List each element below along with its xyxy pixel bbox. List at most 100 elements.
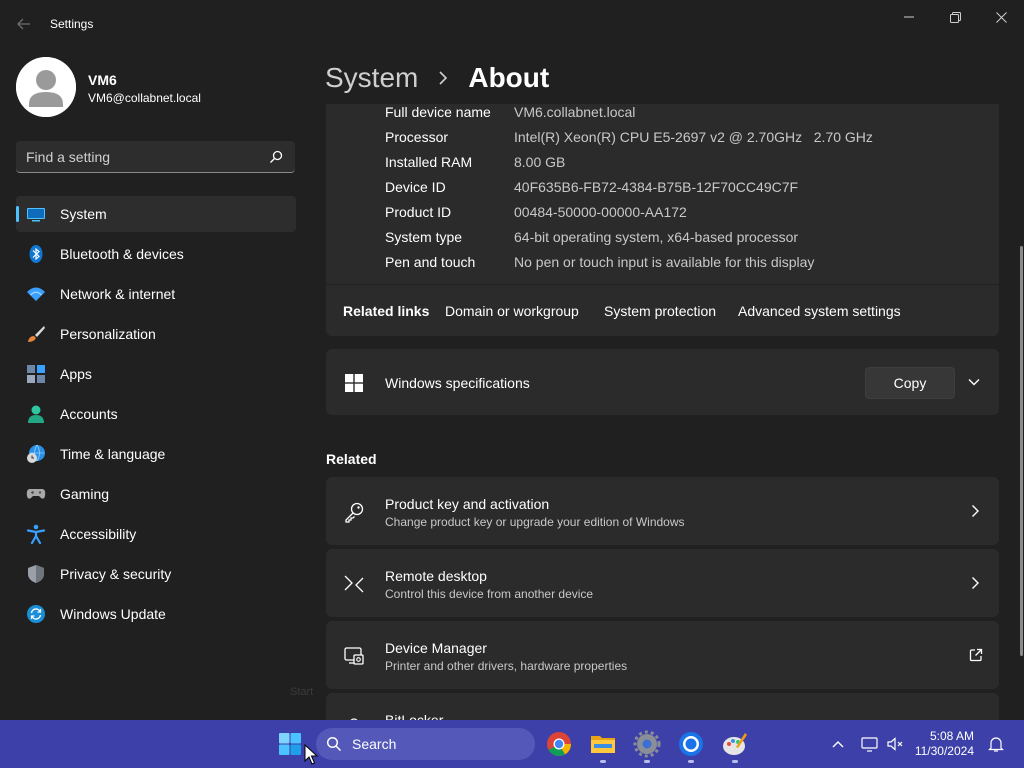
sidebar-item-bluetooth[interactable]: Bluetooth & devices [16, 236, 296, 272]
sidebar-item-gaming[interactable]: Gaming [16, 476, 296, 512]
spec-row: Installed RAM 8.00 GB [385, 154, 985, 179]
search-icon [326, 736, 342, 752]
sidebar-item-label: Privacy & security [60, 566, 172, 582]
shield-icon [28, 565, 44, 583]
related-item-subtitle: Printer and other drivers, hardware prop… [385, 659, 628, 673]
running-indicator [732, 760, 738, 763]
spec-row: Full device name VM6.collabnet.local [385, 104, 985, 129]
scrollbar[interactable] [1018, 106, 1024, 720]
sidebar-item-system[interactable]: System [16, 196, 296, 232]
sidebar-item-accounts[interactable]: Accounts [16, 396, 296, 432]
related-section-title: Related [326, 451, 377, 467]
chevron-down-icon[interactable] [967, 375, 981, 389]
taskbar-app-settings[interactable] [629, 726, 665, 763]
related-item-subtitle: Change product key or upgrade your editi… [385, 515, 685, 529]
product-key-activation-item[interactable]: Product key and activation Change produc… [326, 477, 999, 545]
restore-button[interactable] [932, 6, 978, 28]
spec-value: VM6.collabnet.local [514, 104, 636, 120]
breadcrumb-parent[interactable]: System [325, 62, 418, 94]
link-system-protection[interactable]: System protection [604, 303, 716, 319]
sidebar-item-label: Gaming [60, 486, 110, 502]
taskbar-clock[interactable]: 5:08 AM 11/30/2024 [912, 729, 974, 759]
main-content: System About Full device name VM6.collab… [310, 48, 1024, 720]
restore-icon [949, 11, 961, 23]
running-indicator [688, 760, 694, 763]
sidebar-item-label: System [60, 206, 107, 222]
windows-specifications-card[interactable]: Windows specifications Copy [326, 349, 999, 415]
taskbar-app-browser[interactable] [673, 726, 709, 763]
sidebar: VM6 VM6@collabnet.local System Bluetooth… [0, 48, 313, 720]
find-setting-search[interactable] [16, 141, 295, 173]
key-icon [345, 502, 364, 523]
network-monitor-icon[interactable] [860, 734, 880, 754]
spec-row: Processor Intel(R) Xeon(R) CPU E5-2697 v… [385, 129, 985, 154]
spec-value: 00484-50000-00000-AA172 [514, 204, 687, 220]
taskbar-search[interactable]: Search [316, 728, 535, 760]
globe-clock-icon [27, 444, 45, 463]
sidebar-item-personalization[interactable]: Personalization [16, 316, 296, 352]
mouse-cursor-icon [304, 744, 318, 765]
back-arrow-icon[interactable] [14, 14, 34, 34]
spec-label: Installed RAM [385, 154, 473, 170]
spec-value: 40F635B6-FB72-4384-B75B-12F70CC49C7F [514, 179, 799, 195]
minimize-icon [904, 16, 914, 18]
user-email: VM6@collabnet.local [88, 91, 201, 105]
spec-label: Processor [385, 129, 449, 145]
sidebar-item-network[interactable]: Network & internet [16, 276, 296, 312]
spec-value: 8.00 GB [514, 154, 566, 170]
taskbar-app-paint[interactable] [717, 726, 753, 763]
sidebar-item-time-language[interactable]: Time & language [16, 436, 296, 472]
sidebar-item-label: Accessibility [60, 526, 137, 542]
related-item-title: Device Manager [385, 640, 487, 656]
remote-desktop-item[interactable]: Remote desktop Control this device from … [326, 549, 999, 617]
gamepad-icon [26, 489, 46, 499]
sidebar-item-privacy[interactable]: Privacy & security [16, 556, 296, 592]
sidebar-item-apps[interactable]: Apps [16, 356, 296, 392]
title-bar: Settings [0, 0, 1024, 48]
chevron-right-icon [972, 577, 979, 589]
device-manager-item[interactable]: Device Manager Printer and other drivers… [326, 621, 999, 689]
close-button[interactable] [978, 6, 1024, 28]
page-title: About [468, 62, 550, 93]
running-indicator [600, 760, 606, 763]
spec-row: Device ID 40F635B6-FB72-4384-B75B-12F70C… [385, 179, 985, 204]
sidebar-item-windows-update[interactable]: Windows Update [16, 596, 296, 632]
related-item-subtitle: Control this device from another device [385, 587, 594, 601]
scrollbar-thumb[interactable] [1020, 246, 1023, 656]
window-title: Settings [50, 17, 94, 31]
brush-icon [28, 326, 45, 342]
sidebar-item-label: Network & internet [60, 286, 176, 302]
spec-row: Pen and touch No pen or touch input is a… [385, 254, 985, 279]
spec-label: Pen and touch [385, 254, 476, 270]
link-advanced-system-settings[interactable]: Advanced system settings [738, 303, 901, 319]
taskbar-app-chrome[interactable] [541, 726, 577, 762]
paint-icon [723, 733, 747, 755]
browser-icon [679, 732, 703, 756]
bitlocker-item[interactable]: BitLocker [326, 693, 999, 720]
chevron-up-icon[interactable] [828, 734, 848, 754]
sidebar-item-label: Accounts [60, 406, 118, 422]
spec-value: No pen or touch input is available for t… [514, 254, 815, 270]
avatar[interactable] [16, 57, 76, 117]
related-links-title: Related links [343, 303, 430, 319]
taskbar-app-file-explorer[interactable] [585, 726, 621, 763]
clock-time: 5:08 AM [929, 729, 974, 743]
breadcrumb: System About [325, 58, 549, 98]
sidebar-item-accessibility[interactable]: Accessibility [16, 516, 296, 552]
notification-bell-icon[interactable] [986, 734, 1006, 754]
sidebar-nav: System Bluetooth & devices Network & int… [16, 196, 296, 636]
search-icon[interactable] [268, 149, 284, 165]
search-input[interactable] [26, 147, 256, 167]
spec-value: Intel(R) Xeon(R) CPU E5-2697 v2 @ 2.70GH… [514, 129, 873, 145]
minimize-button[interactable] [886, 6, 932, 28]
external-link-icon [969, 648, 983, 662]
sidebar-item-label: Personalization [60, 326, 156, 342]
sidebar-item-label: Apps [60, 366, 92, 382]
copy-button[interactable]: Copy [865, 367, 955, 399]
taskbar: Search 5:08 AM 11/30/2024 [0, 720, 1024, 768]
link-domain-workgroup[interactable]: Domain or workgroup [445, 303, 579, 319]
spec-label: Product ID [385, 204, 452, 220]
sidebar-item-label: Bluetooth & devices [60, 246, 184, 262]
apps-icon [27, 365, 45, 383]
volume-muted-icon[interactable] [885, 734, 905, 754]
